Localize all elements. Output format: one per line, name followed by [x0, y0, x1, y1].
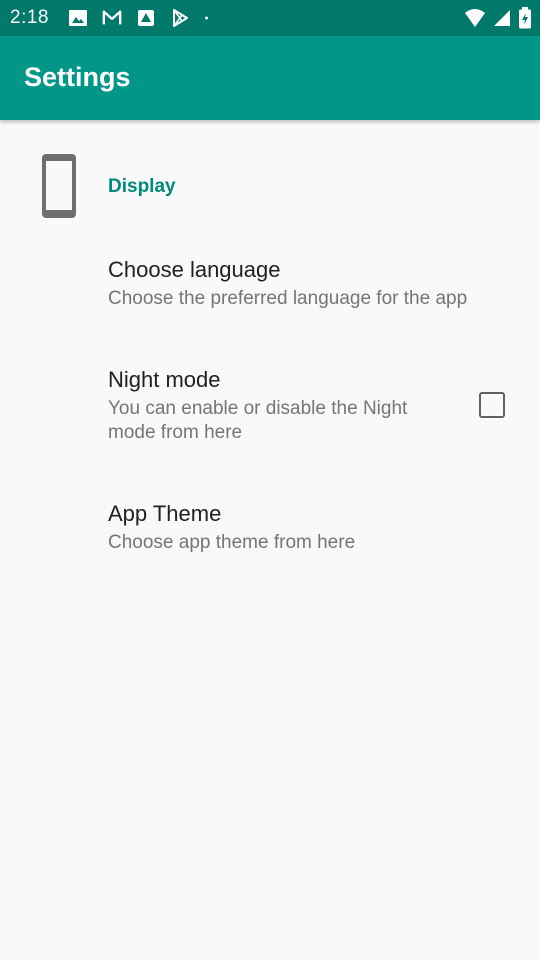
dot-icon [205, 16, 208, 20]
signal-icon [494, 10, 510, 26]
pref-summary: Choose app theme from here [108, 532, 356, 553]
status-bar: 2:18 [0, 0, 540, 36]
system-icons [464, 7, 532, 29]
pref-summary-line1: You can enable or disable the Night [108, 398, 408, 419]
status-time: 2:18 [10, 7, 49, 28]
pref-app-theme[interactable]: App Theme Choose app theme from here [0, 474, 540, 584]
app-bar: Settings [0, 36, 540, 120]
category-title: Display [108, 176, 176, 197]
pref-choose-language[interactable]: Choose language Choose the preferred lan… [0, 230, 540, 340]
phone-icon [42, 154, 76, 218]
pref-title: App Theme [108, 501, 222, 526]
pref-summary-line2: mode from here [108, 422, 243, 443]
play-store-icon [173, 9, 188, 27]
notification-icons [68, 8, 214, 28]
gmail-icon [102, 10, 122, 25]
drive-icon [138, 10, 154, 26]
battery-icon [519, 7, 531, 29]
category-display: Display [0, 120, 540, 230]
pref-night-mode[interactable]: Night mode You can enable or disable the… [0, 340, 540, 474]
pref-title: Night mode [108, 367, 221, 392]
page-title: Settings [24, 62, 131, 92]
image-icon [69, 10, 87, 26]
pref-title: Choose language [108, 257, 281, 282]
night-mode-checkbox[interactable] [479, 392, 505, 418]
pref-summary: Choose the preferred language for the ap… [108, 288, 468, 309]
wifi-icon [465, 9, 485, 27]
